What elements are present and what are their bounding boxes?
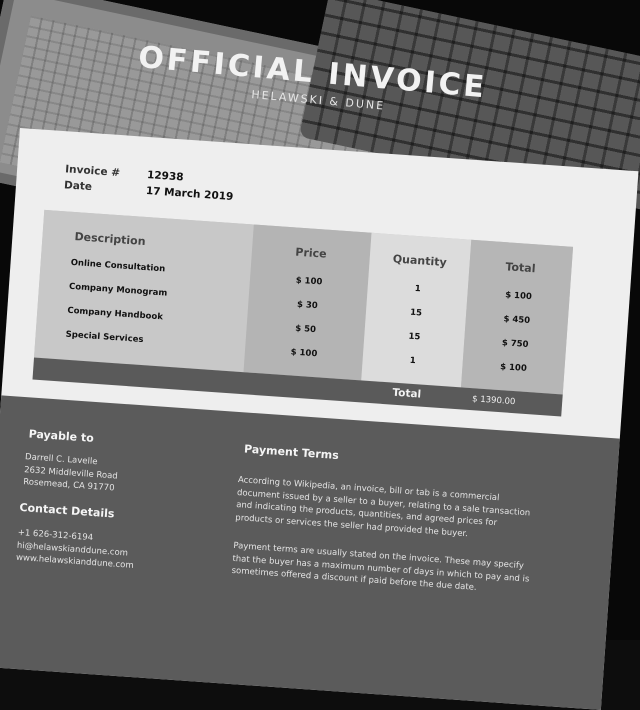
table-cell-total: $ 100 (499, 362, 528, 374)
table-cell-quantity: 15 (409, 307, 423, 319)
invoice-date-value: 17 March 2019 (145, 184, 234, 204)
table-cell-quantity: 1 (414, 283, 422, 295)
invoice-meta: Invoice # 12938 Date 17 March 2019 (64, 161, 235, 205)
contact-heading: Contact Details (19, 500, 115, 521)
table-cell-price: $ 30 (296, 299, 318, 312)
payment-terms-heading: Payment Terms (243, 442, 340, 463)
payment-terms-paragraph: According to Wikipedia, an invoice, bill… (235, 475, 531, 539)
invoice-number-value: 12938 (146, 168, 184, 184)
table-cell-price: $ 100 (290, 347, 318, 360)
payable-address: Darrell C. Lavelle 2632 Middleville Road… (23, 451, 119, 495)
total-column: Total $ 100 $ 450 $ 750 $ 100 (460, 239, 574, 395)
table-cell-description: Company Handbook (67, 305, 164, 323)
total-header: Total (505, 260, 536, 276)
table-cell-total: $ 750 (501, 338, 529, 350)
table-cell-total: $ 450 (503, 314, 531, 327)
table-cell-quantity: 1 (409, 355, 417, 367)
payment-terms-paragraph: Payment terms are usually stated on the … (231, 540, 530, 593)
payable-heading: Payable to (28, 427, 95, 445)
table-cell-price: $ 100 (295, 275, 323, 288)
table-cell-quantity: 15 (408, 331, 421, 343)
grand-total-value: $ 1390.00 (471, 394, 516, 408)
price-header: Price (294, 245, 328, 261)
table-cell-price: $ 50 (294, 323, 317, 336)
table-cell-description: Company Monogram (68, 281, 168, 299)
table-cell-description: Online Consultation (70, 257, 166, 275)
invoice-sheet: Invoice # 12938 Date 17 March 2019 Descr… (0, 128, 639, 710)
invoice-date-label: Date (63, 179, 93, 194)
description-column: Description Online Consultation Company … (34, 209, 254, 373)
table-cell-description: Special Services (65, 329, 144, 346)
grand-total-label: Total (392, 386, 422, 401)
quantity-column: Quantity 1 15 15 1 (361, 232, 472, 388)
price-column: Price $ 100 $ 30 $ 50 $ 100 (243, 224, 372, 381)
contact-details: +1 626-312-6194 hi@helawskianddune.com w… (16, 527, 136, 573)
invoice-footer: Payable to Darrell C. Lavelle 2632 Middl… (0, 395, 620, 710)
description-header: Description (74, 230, 146, 249)
table-cell-total: $ 100 (504, 290, 533, 303)
quantity-header: Quantity (392, 252, 448, 270)
